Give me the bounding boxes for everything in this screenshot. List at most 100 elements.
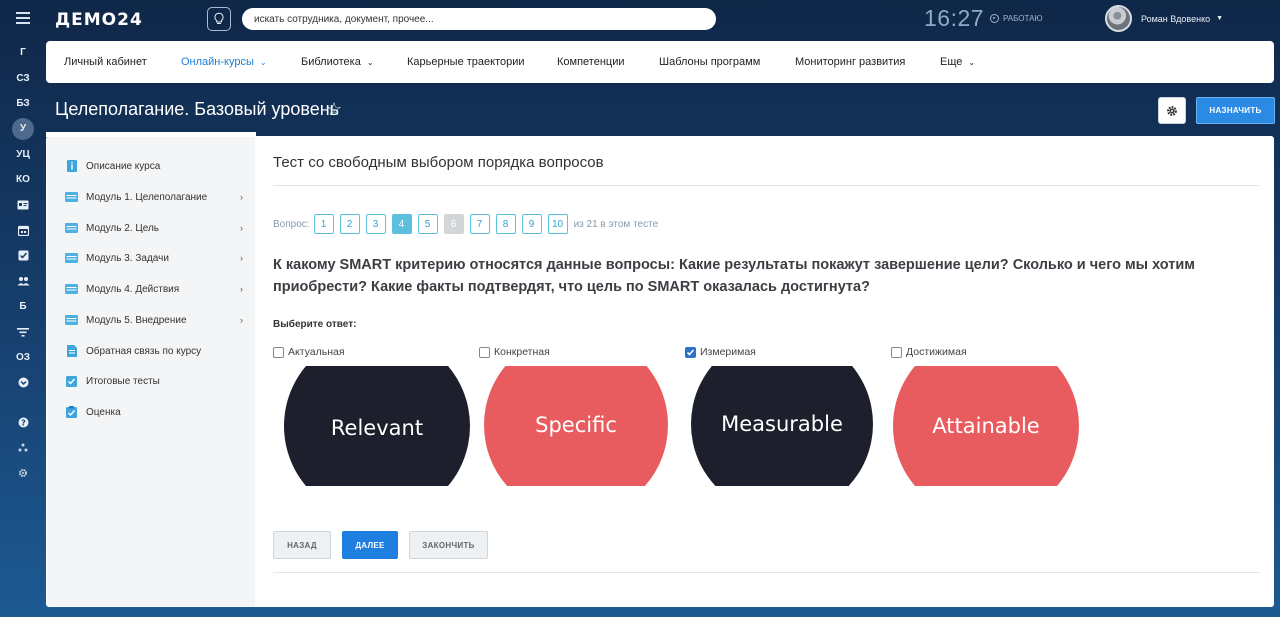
chevron-down-icon: ⌄: [968, 57, 976, 67]
checkbox[interactable]: [273, 346, 284, 358]
page-button[interactable]: 3: [365, 214, 386, 234]
sidebar-item-description[interactable]: Описание курса: [65, 156, 243, 176]
page-button[interactable]: 5: [417, 214, 438, 234]
page-button[interactable]: 8: [495, 214, 516, 234]
sidebar-item-label: Описание курса: [86, 160, 161, 172]
page-button[interactable]: 7: [469, 214, 490, 234]
answer-label: Конкретная: [494, 346, 550, 358]
image-text: Attainable: [932, 414, 1040, 438]
pager-label: Вопрос:: [273, 218, 310, 230]
nav-item-monitoring[interactable]: Мониторинг развития: [795, 41, 905, 83]
page-button[interactable]: 10: [547, 214, 568, 234]
answer-image-measurable: Measurable: [691, 366, 877, 486]
answer-option-relevant[interactable]: Актуальная: [273, 346, 345, 358]
image-circle: Specific: [484, 366, 668, 486]
page-button[interactable]: 1: [313, 214, 334, 234]
image-circle: Attainable: [893, 366, 1079, 486]
nav-item-competencies[interactable]: Компетенции: [557, 41, 625, 83]
question-pager: Вопрос: 1 2 3 4 5 6 7 8 9 10 из 21 в это…: [273, 214, 658, 234]
checkbox[interactable]: [479, 346, 490, 358]
pager-total: из 21 в этом тесте: [573, 218, 659, 230]
svg-text:ДЕМО24: ДЕМО24: [55, 10, 143, 28]
checkbox-checked[interactable]: [685, 346, 696, 358]
divider: [273, 572, 1259, 573]
sidebar-item-module-1[interactable]: Модуль 1. Целеполагание ›: [65, 187, 243, 207]
clipboard-check-icon: [65, 406, 78, 418]
chevron-down-icon: ⌄: [259, 57, 267, 67]
module-icon: [65, 222, 78, 234]
sidebar-item-feedback[interactable]: Обратная связь по курсу: [65, 341, 243, 361]
sidebar-item-label: Оценка: [86, 406, 121, 418]
svg-text:?: ?: [21, 418, 26, 427]
sidebar-item-module-3[interactable]: Модуль 3. Задачи ›: [65, 248, 243, 268]
sidebar-item-label: Обратная связь по курсу: [86, 345, 202, 357]
sidebar-item-rating[interactable]: Оценка: [65, 402, 243, 422]
back-button[interactable]: НАЗАД: [273, 531, 331, 559]
nav-item-templates[interactable]: Шаблоны программ: [659, 41, 760, 83]
sidebar-item-module-2[interactable]: Модуль 2. Цель ›: [65, 218, 243, 238]
nav-item-career[interactable]: Карьерные траектории: [407, 41, 525, 83]
chevron-down-icon: ⌄: [366, 57, 374, 67]
assign-button[interactable]: НАЗНАЧИТЬ: [1196, 97, 1275, 124]
rail-item-oz[interactable]: ОЗ: [0, 345, 46, 370]
user-name: Роман Вдовенко: [1141, 13, 1211, 24]
idea-bulb-button[interactable]: [207, 7, 231, 31]
image-text: Specific: [535, 413, 617, 437]
main-nav: Личный кабинет Онлайн-курсы ⌄ Библиотека ⌄…: [46, 41, 1274, 83]
nav-item-cabinet[interactable]: Личный кабинет: [64, 41, 147, 83]
page-button[interactable]: 2: [339, 214, 360, 234]
answer-option-measurable[interactable]: Измеримая: [685, 346, 756, 358]
nav-item-library[interactable]: Библиотека ⌄: [301, 41, 374, 83]
module-icon: [65, 191, 78, 203]
chevron-circle-icon[interactable]: [0, 370, 46, 395]
filter-icon[interactable]: [0, 319, 46, 344]
chevron-right-icon: ›: [240, 253, 243, 263]
sidebar-item-label: Модуль 3. Задачи: [86, 252, 169, 264]
check-icon: [686, 348, 695, 356]
caret-down-icon: ▼: [1216, 15, 1224, 22]
rail-item-b[interactable]: Б: [0, 294, 46, 319]
nav-item-online-courses[interactable]: Онлайн-курсы ⌄: [181, 41, 267, 83]
menu-icon[interactable]: [16, 12, 30, 24]
sidebar-item-label: Модуль 4. Действия: [86, 283, 180, 295]
settings-button[interactable]: [1158, 97, 1186, 124]
answer-image-relevant: Relevant: [284, 366, 470, 486]
people-icon[interactable]: [0, 269, 46, 294]
answer-image-specific: Specific: [484, 366, 670, 486]
sidebar-item-module-5[interactable]: Модуль 5. Внедрение ›: [65, 310, 243, 330]
clock: 16:27: [924, 5, 985, 31]
page-button-current[interactable]: 4: [391, 214, 412, 234]
id-card-icon[interactable]: [0, 192, 46, 217]
answer-option-specific[interactable]: Конкретная: [479, 346, 550, 358]
sidebar-item-label: Модуль 2. Цель: [86, 222, 160, 234]
answer-option-attainable[interactable]: Достижимая: [891, 346, 967, 358]
finish-button[interactable]: ЗАКОНЧИТЬ: [409, 531, 488, 559]
sidebar-item-module-4[interactable]: Модуль 4. Действия ›: [65, 279, 243, 299]
rail-item-uc[interactable]: УЦ: [0, 142, 46, 167]
rail-item-ko[interactable]: КО: [0, 167, 46, 192]
check-square-icon: [65, 375, 78, 387]
sidebar-item-final-tests[interactable]: Итоговые тесты: [65, 371, 243, 391]
checkbox[interactable]: [891, 346, 902, 358]
checkbox-icon[interactable]: [0, 243, 46, 268]
test-title: Тест со свободным выбором порядка вопрос…: [273, 154, 604, 171]
page-button[interactable]: 9: [521, 214, 542, 234]
rail-item-sz[interactable]: СЗ: [0, 65, 46, 90]
app-logo[interactable]: ДЕМО24: [55, 10, 145, 28]
rail-item-g[interactable]: Г: [0, 40, 46, 65]
gear-icon: [1167, 105, 1177, 116]
next-button[interactable]: ДАЛЕЕ: [342, 531, 398, 559]
nav-item-more[interactable]: Еще ⌄: [940, 41, 975, 83]
chevron-right-icon: ›: [240, 315, 243, 325]
rail-item-u[interactable]: У: [0, 116, 46, 141]
star-icon[interactable]: ☆: [326, 99, 342, 120]
search-input[interactable]: [242, 8, 716, 30]
calendar-icon[interactable]: [0, 218, 46, 243]
user-menu[interactable]: Роман Вдовенко ▼: [1105, 5, 1223, 32]
help-icon[interactable]: ?: [0, 409, 46, 434]
rail-item-bz[interactable]: БЗ: [0, 91, 46, 116]
answer-label: Актуальная: [288, 346, 345, 358]
work-status[interactable]: РАБОТАЮ: [990, 14, 1043, 23]
settings-icon[interactable]: [0, 460, 46, 485]
structure-icon[interactable]: [0, 435, 46, 460]
